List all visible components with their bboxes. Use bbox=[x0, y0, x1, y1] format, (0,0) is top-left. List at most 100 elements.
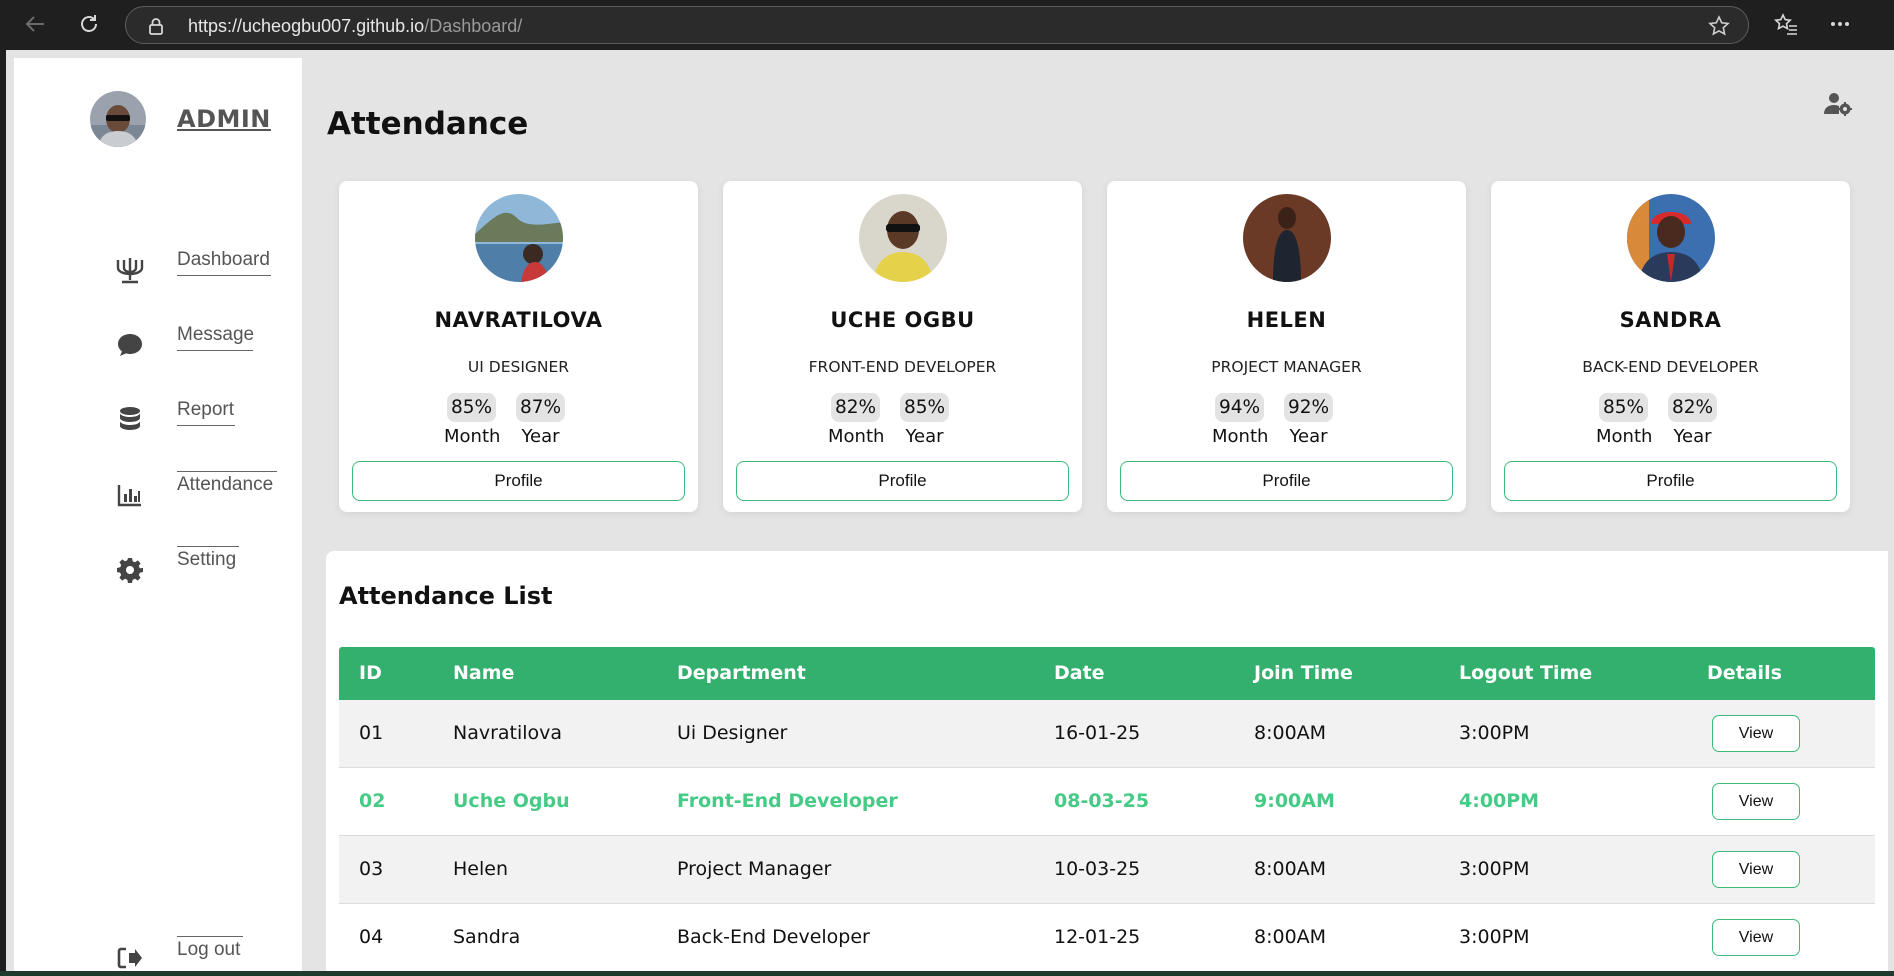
employee-card: HELEN PROJECT MANAGER 94% Month 92% Year P… bbox=[1107, 181, 1466, 512]
month-label: Month bbox=[444, 426, 501, 447]
cell-logout-time: 3:00PM bbox=[1459, 926, 1530, 948]
cell-id: 03 bbox=[359, 858, 384, 880]
table-row: 04 Sandra Back-End Developer 12-01-25 8:… bbox=[339, 904, 1875, 971]
profile-button[interactable]: Profile bbox=[736, 461, 1069, 501]
month-percentage: 82% bbox=[830, 393, 881, 422]
more-icon[interactable] bbox=[1826, 10, 1854, 38]
table-row: 02 Uche Ogbu Front-End Developer 08-03-2… bbox=[339, 768, 1875, 836]
admin-avatar[interactable] bbox=[90, 91, 146, 147]
employee-card: UCHE OGBU FRONT-END DEVELOPER 82% Month 8… bbox=[723, 181, 1082, 512]
employee-photo bbox=[475, 194, 563, 282]
employee-photo bbox=[1627, 194, 1715, 282]
divider bbox=[177, 350, 253, 351]
cell-date: 16-01-25 bbox=[1054, 722, 1141, 744]
table-header: ID Name Department Date Join Time Logout… bbox=[339, 647, 1875, 700]
admin-title[interactable]: ADMIN bbox=[177, 105, 271, 133]
employee-role: BACK-END DEVELOPER bbox=[1582, 358, 1759, 376]
year-stat: 82% Year bbox=[1665, 393, 1720, 447]
cell-name: Helen bbox=[453, 858, 508, 880]
bar-chart-icon bbox=[114, 480, 146, 510]
cell-id: 04 bbox=[359, 926, 384, 948]
year-label: Year bbox=[1673, 426, 1712, 447]
employee-name: HELEN bbox=[1246, 308, 1327, 332]
employee-card: NAVRATILOVA UI DESIGNER 85% Month 87% Year… bbox=[339, 181, 698, 512]
employee-role: UI DESIGNER bbox=[467, 358, 570, 376]
cell-name: Sandra bbox=[453, 926, 521, 948]
address-url[interactable]: https://ucheogbu007.github.io/Dashboard/ bbox=[188, 16, 522, 37]
month-label: Month bbox=[1212, 426, 1269, 447]
cell-department: Ui Designer bbox=[677, 722, 788, 744]
employee-name: SANDRA bbox=[1619, 308, 1722, 332]
chat-bubble-icon bbox=[114, 330, 146, 360]
year-percentage: 92% bbox=[1283, 393, 1334, 422]
sidebar-item-label: Dashboard bbox=[177, 249, 270, 270]
profile-button[interactable]: Profile bbox=[352, 461, 685, 501]
cell-name: Uche Ogbu bbox=[453, 790, 570, 812]
sidebar-item-attendance[interactable]: Attendance bbox=[94, 471, 314, 512]
column-header: Details bbox=[1707, 662, 1782, 684]
reload-icon[interactable] bbox=[76, 11, 102, 37]
cell-join-time: 8:00AM bbox=[1254, 858, 1327, 880]
month-stat: 82% Month bbox=[828, 393, 885, 447]
favorites-icon[interactable] bbox=[1772, 10, 1800, 38]
logout-button[interactable]: Log out bbox=[94, 936, 314, 971]
column-header: ID bbox=[359, 662, 382, 684]
profile-button[interactable]: Profile bbox=[1120, 461, 1453, 501]
year-label: Year bbox=[521, 426, 560, 447]
employee-name: UCHE OGBU bbox=[830, 308, 975, 332]
sidebar-item-dashboard[interactable]: Dashboard bbox=[94, 247, 314, 287]
url-path: /Dashboard/ bbox=[424, 16, 523, 36]
sidebar-item-label: Message bbox=[177, 324, 255, 345]
column-header: Department bbox=[677, 662, 806, 684]
address-bar[interactable]: https://ucheogbu007.github.io/Dashboard/ bbox=[125, 6, 1749, 44]
sidebar-item-message[interactable]: Message bbox=[94, 322, 314, 362]
logout-icon bbox=[114, 943, 146, 971]
user-gear-icon[interactable] bbox=[1824, 92, 1852, 120]
year-percentage: 82% bbox=[1667, 393, 1718, 422]
page-viewport: ADMIN Dashboard Message Report Attendanc… bbox=[6, 50, 1894, 971]
star-icon[interactable] bbox=[1708, 15, 1730, 41]
cell-id: 02 bbox=[359, 790, 386, 812]
sidebar-item-report[interactable]: Report bbox=[94, 397, 314, 437]
month-stat: 85% Month bbox=[444, 393, 501, 447]
menorah-icon bbox=[114, 255, 146, 285]
profile-button[interactable]: Profile bbox=[1504, 461, 1837, 501]
cell-department: Back-End Developer bbox=[677, 926, 870, 948]
page-title: Attendance bbox=[327, 106, 529, 142]
divider bbox=[177, 471, 277, 472]
gear-icon bbox=[114, 555, 146, 585]
view-button[interactable]: View bbox=[1712, 715, 1800, 752]
month-percentage: 94% bbox=[1214, 393, 1265, 422]
employee-photo bbox=[1243, 194, 1331, 282]
month-percentage: 85% bbox=[1598, 393, 1649, 422]
year-stat: 87% Year bbox=[513, 393, 568, 447]
sidebar-item-label: Report bbox=[177, 399, 235, 420]
employee-photo bbox=[859, 194, 947, 282]
view-button[interactable]: View bbox=[1712, 851, 1800, 888]
view-button[interactable]: View bbox=[1712, 919, 1800, 956]
column-header: Logout Time bbox=[1459, 662, 1593, 684]
sidebar: ADMIN Dashboard Message Report Attendanc… bbox=[14, 58, 302, 971]
cell-department: Project Manager bbox=[677, 858, 832, 880]
back-arrow-icon[interactable] bbox=[22, 11, 48, 37]
cell-join-time: 8:00AM bbox=[1254, 926, 1327, 948]
column-header: Date bbox=[1054, 662, 1105, 684]
year-stat: 92% Year bbox=[1281, 393, 1336, 447]
month-label: Month bbox=[1596, 426, 1653, 447]
table-row: 03 Helen Project Manager 10-03-25 8:00AM… bbox=[339, 836, 1875, 904]
month-label: Month bbox=[828, 426, 885, 447]
month-percentage: 85% bbox=[446, 393, 497, 422]
logout-label: Log out bbox=[177, 939, 241, 960]
year-label: Year bbox=[1289, 426, 1328, 447]
url-host: https://ucheogbu007.github.io bbox=[188, 16, 425, 36]
attendance-list-title: Attendance List bbox=[339, 582, 553, 610]
employee-card: SANDRA BACK-END DEVELOPER 85% Month 82% Ye… bbox=[1491, 181, 1850, 512]
view-button[interactable]: View bbox=[1712, 783, 1800, 820]
divider bbox=[177, 275, 271, 276]
cell-date: 08-03-25 bbox=[1054, 790, 1150, 812]
column-header: Join Time bbox=[1254, 662, 1353, 684]
employee-role: PROJECT MANAGER bbox=[1211, 358, 1362, 376]
lock-icon[interactable] bbox=[148, 17, 164, 39]
month-stat: 94% Month bbox=[1212, 393, 1269, 447]
sidebar-item-setting[interactable]: Setting bbox=[94, 546, 314, 587]
